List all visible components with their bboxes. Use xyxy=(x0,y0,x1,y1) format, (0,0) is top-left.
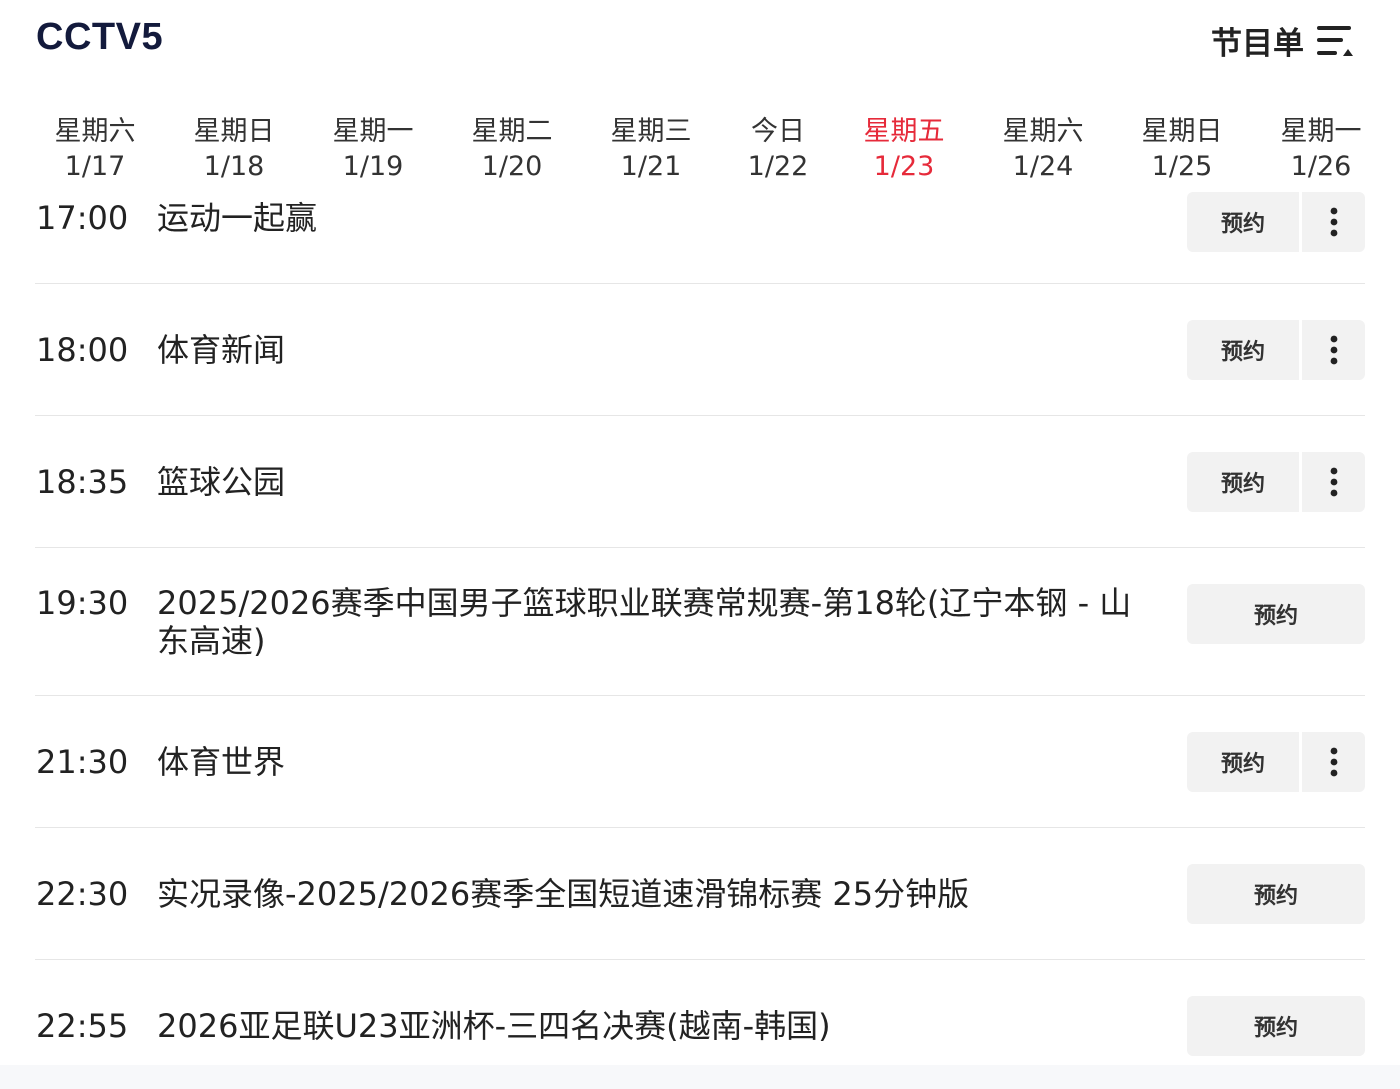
program-row: 22:30 实况录像-2025/2026赛季全国短道速滑锦标赛 25分钟版 预约 xyxy=(0,828,1400,960)
reserve-button[interactable]: 预约 xyxy=(1187,320,1299,380)
day-tab-1-26[interactable]: 星期一 1/26 xyxy=(1266,112,1376,182)
top-bar: CCTV5 节目单 xyxy=(0,0,1400,90)
day-tab-1-24[interactable]: 星期六 1/24 xyxy=(988,112,1098,182)
program-row: 21:30 体育世界 预约 xyxy=(0,696,1400,828)
program-list-button[interactable]: 节目单 xyxy=(1211,18,1354,63)
program-time: 18:00 xyxy=(36,331,129,369)
program-row: 18:35 篮球公园 预约 xyxy=(0,416,1400,548)
program-title: 体育新闻 xyxy=(157,331,286,369)
program-actions: 预约 xyxy=(1187,996,1365,1056)
reserve-button[interactable]: 预约 xyxy=(1187,192,1299,252)
day-tab-weekday: 星期日 xyxy=(193,116,275,147)
more-vertical-icon xyxy=(1330,747,1337,777)
reserve-button[interactable]: 预约 xyxy=(1187,732,1299,792)
day-tab-weekday: 星期六 xyxy=(54,116,136,147)
day-tab-1-18[interactable]: 星期日 1/18 xyxy=(179,112,289,182)
more-vertical-icon xyxy=(1330,467,1337,497)
list-menu-icon xyxy=(1317,25,1353,56)
more-options-button[interactable] xyxy=(1302,732,1365,792)
more-vertical-icon xyxy=(1330,335,1337,365)
day-tab-1-21[interactable]: 星期三 1/21 xyxy=(596,112,706,182)
program-title: 2026亚足联U23亚洲杯-三四名决赛(越南-韩国) xyxy=(157,1007,831,1045)
program-title: 篮球公园 xyxy=(157,463,286,501)
program-title: 实况录像-2025/2026赛季全国短道速滑锦标赛 25分钟版 xyxy=(157,875,970,913)
program-time: 22:30 xyxy=(36,875,129,913)
day-tab-1-22[interactable]: 今日 1/22 xyxy=(723,112,833,182)
day-tab-date: 1/22 xyxy=(747,151,809,182)
program-actions: 预约 xyxy=(1187,732,1365,792)
day-tab-weekday: 星期日 xyxy=(1141,116,1223,147)
day-tab-1-25[interactable]: 星期日 1/25 xyxy=(1127,112,1237,182)
reserve-button[interactable]: 预约 xyxy=(1187,452,1299,512)
day-tab-weekday: 星期五 xyxy=(863,116,945,147)
program-time: 19:30 xyxy=(36,584,129,622)
program-time: 18:35 xyxy=(36,463,129,501)
program-actions: 预约 xyxy=(1187,452,1365,512)
day-tab-date: 1/19 xyxy=(342,151,404,182)
program-list-label: 节目单 xyxy=(1211,26,1304,62)
program-row: 17:00 运动一起赢 预约 xyxy=(0,186,1400,284)
program-title: 2025/2026赛季中国男子篮球职业联赛常规赛-第18轮(辽宁本钢 - 山东高… xyxy=(157,584,1132,660)
date-selector: 星期六 1/17 星期日 1/18 星期一 1/19 星期二 1/20 星期三 1/21 今日 1/2… xyxy=(0,112,1400,188)
day-tab-1-23[interactable]: 星期五 1/23 xyxy=(849,112,959,182)
program-title: 运动一起赢 xyxy=(157,199,318,237)
more-options-button[interactable] xyxy=(1302,320,1365,380)
program-title: 体育世界 xyxy=(157,743,286,781)
program-row: 19:30 2025/2026赛季中国男子篮球职业联赛常规赛-第18轮(辽宁本钢 … xyxy=(0,548,1400,696)
program-actions: 预约 xyxy=(1187,864,1365,924)
program-row: 18:00 体育新闻 预约 xyxy=(0,284,1400,416)
day-tab-weekday: 星期一 xyxy=(1280,116,1362,147)
program-row: 22:55 2026亚足联U23亚洲杯-三四名决赛(越南-韩国) 预约 xyxy=(0,960,1400,1070)
day-tab-weekday: 星期三 xyxy=(610,116,692,147)
program-time: 17:00 xyxy=(36,199,129,237)
program-time: 22:55 xyxy=(36,1007,129,1045)
program-time: 21:30 xyxy=(36,743,129,781)
day-tab-weekday: 星期六 xyxy=(1002,116,1084,147)
reserve-button[interactable]: 预约 xyxy=(1187,584,1365,644)
day-tab-date: 1/18 xyxy=(203,151,265,182)
day-tab-weekday: 星期一 xyxy=(332,116,414,147)
day-tab-weekday: 今日 xyxy=(751,116,805,147)
more-vertical-icon xyxy=(1330,207,1337,237)
program-actions: 预约 xyxy=(1187,584,1365,644)
day-tab-date: 1/21 xyxy=(620,151,682,182)
program-actions: 预约 xyxy=(1187,192,1365,252)
day-tab-1-19[interactable]: 星期一 1/19 xyxy=(318,112,428,182)
day-tab-1-17[interactable]: 星期六 1/17 xyxy=(40,112,150,182)
day-tab-date: 1/17 xyxy=(64,151,126,182)
day-tab-weekday: 星期二 xyxy=(471,116,553,147)
program-actions: 预约 xyxy=(1187,320,1365,380)
more-options-button[interactable] xyxy=(1302,452,1365,512)
day-tab-date: 1/25 xyxy=(1151,151,1213,182)
day-tab-1-20[interactable]: 星期二 1/20 xyxy=(457,112,567,182)
day-tab-date: 1/26 xyxy=(1290,151,1352,182)
day-tab-date: 1/23 xyxy=(873,151,935,182)
channel-title: CCTV5 xyxy=(36,16,164,58)
reserve-button[interactable]: 预约 xyxy=(1187,996,1365,1056)
day-tab-date: 1/20 xyxy=(481,151,543,182)
reserve-button[interactable]: 预约 xyxy=(1187,864,1365,924)
more-options-button[interactable] xyxy=(1302,192,1365,252)
day-tab-date: 1/24 xyxy=(1012,151,1074,182)
bottom-bar xyxy=(0,1065,1400,1089)
